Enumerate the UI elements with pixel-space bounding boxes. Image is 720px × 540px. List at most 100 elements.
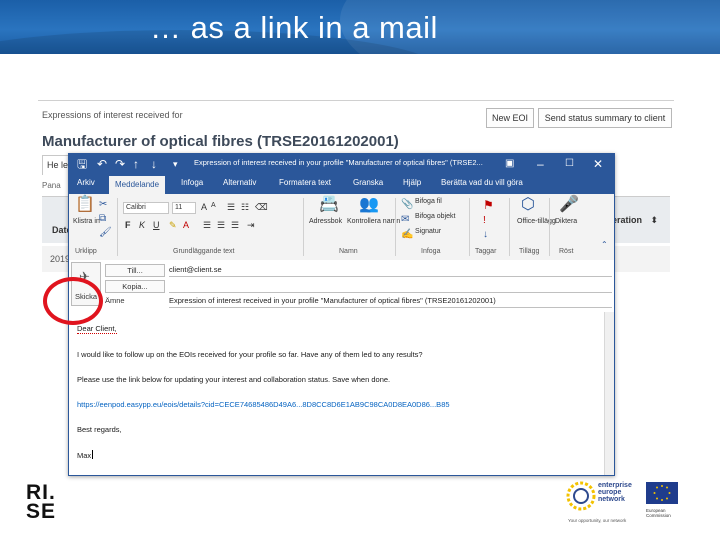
window-subject: Expression of interest received in your … [194,158,483,167]
include-group-label: Infoga [421,248,441,255]
align-right-icon[interactable]: ☰ [231,220,239,231]
signature-label[interactable]: Signatur [415,228,441,235]
numbering-icon[interactable]: ☷ [241,202,249,213]
body-closing: Best regards, [77,425,122,434]
font-size-box[interactable]: 11 [172,202,196,214]
check-names-icon[interactable]: 👥 [359,196,379,214]
een-stars-icon [566,481,596,511]
ribbon-display-icon[interactable]: ▣ [505,156,514,172]
status-update-link[interactable]: https://eenpod.easypp.eu/eois/details?ci… [77,400,450,409]
een-logo-text: enterprise europe network [598,482,632,503]
ribbon-tab-bar: Arkiv Meddelande Infoga Alternativ Forma… [69,174,614,194]
tab-arkiv[interactable]: Arkiv [77,178,95,187]
cc-field[interactable] [169,280,612,293]
dictate-label[interactable]: Diktera [555,218,577,225]
ribbon: 📋 Klistra in ✂ ⧉ 🖌 Urklipp Calibri 11 A … [69,194,614,261]
group-divider [303,198,304,256]
voice-group-label: Röst [559,248,574,255]
body-signature-line: Max [77,450,94,460]
divider [38,100,674,101]
cc-button[interactable]: Kopia... [105,280,165,293]
redo-icon[interactable]: ↷ [115,156,125,172]
tab-alternativ[interactable]: Alternativ [223,178,256,187]
font-name-box[interactable]: Calibri [123,202,169,214]
group-divider [509,198,510,256]
operation-column-header[interactable]: eration [612,215,642,225]
office-addins-icon[interactable]: ⬡ [521,196,535,214]
align-center-icon[interactable]: ☰ [217,220,225,231]
paste-label[interactable]: Klistra in [73,218,100,225]
subject-label: Ämne [105,296,125,305]
grow-font-icon[interactable]: A [201,202,207,212]
body-signature: Max [77,451,92,460]
rise-logo: RI. SE [26,482,57,523]
save-icon[interactable]: 🖫 [77,156,87,172]
format-painter-icon[interactable]: 🖌 [99,224,112,242]
attach-file-label[interactable]: Bifoga fil [415,198,442,205]
european-commission-logo: European Commission [642,478,690,524]
dictate-icon[interactable]: 🎤 [559,196,579,214]
collapse-ribbon-icon[interactable]: ⌃ [601,236,608,254]
body-line-2: Please use the link below for updating y… [77,375,391,384]
addins-group-label: Tillägg [519,248,540,255]
shrink-font-icon[interactable]: A [211,202,216,209]
tags-group-label: Taggar [475,248,497,255]
highlight-icon[interactable]: ✎ [169,220,177,231]
body-greeting: Dear Client, [77,324,117,334]
italic-icon[interactable]: K [139,220,145,230]
expressions-label: Expressions of interest received for [42,110,183,120]
send-highlight-circle [43,277,103,325]
to-address: client@client.se [169,265,222,274]
to-field[interactable]: client@client.se [169,264,612,277]
group-divider [469,198,470,256]
indent-icon[interactable]: ⇥ [247,220,255,231]
check-names-label[interactable]: Kontrollera namn [347,218,400,225]
send-status-summary-button[interactable]: Send status summary to client [538,108,672,128]
body-scrollbar[interactable] [604,312,614,475]
up-arrow-icon[interactable]: ↑ [133,156,139,172]
outlook-compose-window: 🖫 ↶ ↷ ↑ ↓ ▾ Expression of interest recei… [68,153,615,476]
close-icon[interactable]: ✕ [593,156,603,172]
bold-icon[interactable]: F [125,220,131,230]
basic-text-group-label: Grundläggande text [173,248,235,255]
tab-infoga[interactable]: Infoga [181,178,203,187]
tab-granska[interactable]: Granska [353,178,383,187]
text-cursor [92,450,94,459]
to-button[interactable]: Till... [105,264,165,277]
tab-meddelande[interactable]: Meddelande [109,176,166,194]
maximize-icon[interactable]: ☐ [565,156,574,172]
slide-title: … as a link in a mail [150,10,438,45]
bullets-icon[interactable]: ☰ [227,202,235,213]
signature-icon[interactable]: ✍ [401,226,413,244]
underline-icon[interactable]: U [153,220,160,230]
eu-flag-icon [646,482,678,504]
sort-icon[interactable]: ⬍ [650,215,658,226]
address-book-icon[interactable]: 📇 [319,196,339,214]
tab-tell-me[interactable]: Berätta vad du vill göra [441,178,523,187]
body-line-1: I would like to follow up on the EOIs re… [77,350,423,359]
profile-title: Manufacturer of optical fibres (TRSE2016… [42,133,399,150]
new-eoi-button[interactable]: New EOI [486,108,534,128]
attach-item-label[interactable]: Bifoga objekt [415,213,455,220]
clear-formatting-icon[interactable]: ⌫ [255,202,268,213]
clipboard-group-label: Urklipp [75,248,97,255]
slide-title-bar: … as a link in a mail [0,0,720,54]
paste-icon[interactable]: 📋 [75,196,95,214]
low-importance-icon[interactable]: ↓ [483,226,488,244]
tab-hjalp[interactable]: Hjälp [403,178,421,187]
address-book-label[interactable]: Adressbok [309,218,342,225]
message-header: ✈ Skicka Till... Kopia... Ämne client@cl… [69,260,614,308]
tab-formatera-text[interactable]: Formatera text [279,178,331,187]
customize-toolbar-icon[interactable]: ▾ [173,156,178,172]
subject-field[interactable]: Expression of interest received in your … [169,295,612,308]
names-group-label: Namn [339,248,358,255]
rise-logo-bottom: SE [26,500,57,523]
pana-label: Pana [42,181,61,190]
undo-icon[interactable]: ↶ [97,156,107,172]
font-color-icon[interactable]: A [183,220,189,230]
message-body[interactable]: Dear Client, I would like to follow up o… [69,312,614,475]
minimize-icon[interactable]: – [537,156,544,172]
down-arrow-icon[interactable]: ↓ [151,156,157,172]
align-left-icon[interactable]: ☰ [203,220,211,231]
group-divider [549,198,550,256]
